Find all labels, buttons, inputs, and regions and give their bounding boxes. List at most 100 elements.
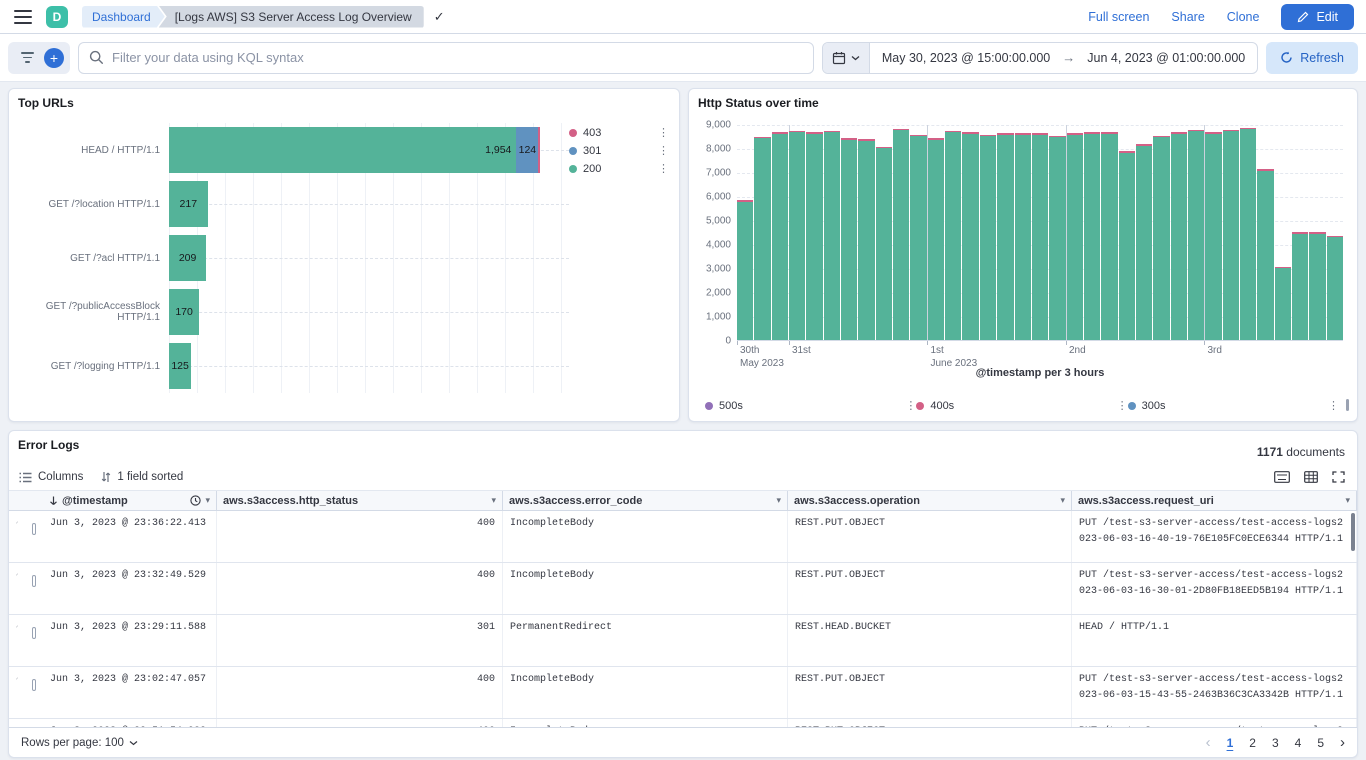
bar-column[interactable]: [1240, 128, 1256, 340]
bar-column[interactable]: [858, 139, 874, 340]
legend-item[interactable]: 400s⋮: [916, 398, 1127, 413]
date-to[interactable]: Jun 4, 2023 @ 01:00:00.000: [1075, 43, 1257, 73]
column-header-operation[interactable]: aws.s3access.operation▾: [788, 491, 1072, 510]
bar-column[interactable]: [1084, 132, 1100, 340]
bar-segment-403[interactable]: [538, 127, 540, 173]
bar-column[interactable]: [1153, 136, 1169, 340]
bar-segment-200[interactable]: 125: [169, 343, 191, 389]
bar-column[interactable]: [1292, 232, 1308, 340]
bar-column[interactable]: [893, 129, 909, 341]
bar-column[interactable]: [824, 131, 840, 340]
legend-scrollbar[interactable]: [1346, 399, 1349, 411]
expand-icon[interactable]: [16, 621, 18, 632]
bar-column[interactable]: [876, 147, 892, 341]
legend-options-icon[interactable]: ⋮: [1117, 399, 1128, 412]
filter-icon[interactable]: [14, 45, 40, 71]
bar-column[interactable]: [1223, 130, 1239, 340]
bar-column[interactable]: [1171, 132, 1187, 340]
bar-segment-200[interactable]: 170: [169, 289, 199, 335]
space-avatar[interactable]: D: [46, 6, 68, 28]
bar-column[interactable]: [1101, 132, 1117, 340]
bar-column[interactable]: [997, 133, 1013, 340]
bar-column[interactable]: [1188, 130, 1204, 340]
share-link[interactable]: Share: [1171, 10, 1204, 24]
menu-icon[interactable]: [14, 10, 32, 24]
bar-column[interactable]: [928, 138, 944, 340]
bar-column[interactable]: [1015, 133, 1031, 340]
grid-scrollbar[interactable]: [1351, 513, 1355, 551]
page-number-4[interactable]: 4: [1295, 736, 1302, 750]
row-checkbox[interactable]: [32, 523, 36, 535]
pagination-next-icon[interactable]: ›: [1340, 734, 1345, 751]
bar-column[interactable]: [1136, 144, 1152, 340]
legend-item[interactable]: 301⋮: [569, 143, 669, 158]
bar-column[interactable]: [806, 132, 822, 340]
bar-column[interactable]: [1257, 169, 1273, 340]
full-screen-link[interactable]: Full screen: [1088, 10, 1149, 24]
legend-item[interactable]: 403⋮: [569, 125, 669, 140]
column-header-http_status[interactable]: aws.s3access.http_status▾: [217, 491, 503, 510]
breadcrumb-dashboard[interactable]: Dashboard: [82, 6, 165, 28]
bar-column[interactable]: [1032, 133, 1048, 340]
bar-column[interactable]: [1205, 132, 1221, 340]
legend-options-icon[interactable]: ⋮: [1328, 399, 1339, 412]
bar-segment-200[interactable]: 1,954: [169, 127, 516, 173]
columns-button[interactable]: Columns: [19, 471, 83, 483]
legend-item[interactable]: 300s⋮: [1128, 398, 1339, 413]
legend-item[interactable]: 200⋮: [569, 161, 669, 176]
breadcrumb-current[interactable]: [Logs AWS] S3 Server Access Log Overview: [159, 6, 424, 28]
stacked-bar[interactable]: 209: [169, 235, 206, 281]
density-grid-icon[interactable]: [1304, 471, 1318, 483]
bar-column[interactable]: [789, 131, 805, 340]
legend-options-icon[interactable]: ⋮: [658, 144, 669, 157]
page-number-2[interactable]: 2: [1249, 736, 1256, 750]
bar-column[interactable]: [772, 132, 788, 340]
bar-column[interactable]: [1119, 151, 1135, 340]
date-from[interactable]: May 30, 2023 @ 15:00:00.000: [870, 43, 1062, 73]
fullscreen-icon[interactable]: [1332, 471, 1345, 483]
bar-column[interactable]: [945, 131, 961, 340]
edit-button[interactable]: Edit: [1281, 4, 1354, 30]
legend-item[interactable]: 500s⋮: [705, 398, 916, 413]
pagination-prev-icon[interactable]: ‹: [1206, 734, 1211, 751]
bar-column[interactable]: [737, 200, 753, 340]
row-checkbox[interactable]: [32, 575, 36, 587]
bar-column[interactable]: [962, 132, 978, 340]
legend-options-icon[interactable]: ⋮: [658, 162, 669, 175]
check-icon[interactable]: ✓: [434, 9, 445, 25]
refresh-button[interactable]: Refresh: [1266, 42, 1358, 74]
page-number-3[interactable]: 3: [1272, 736, 1279, 750]
keyboard-icon[interactable]: [1274, 471, 1290, 483]
bar-segment-301[interactable]: 124: [516, 127, 538, 173]
bar-segment-200[interactable]: 217: [169, 181, 208, 227]
stacked-bar[interactable]: 217: [169, 181, 208, 227]
kql-search-input[interactable]: [112, 50, 803, 65]
bar-column[interactable]: [910, 135, 926, 341]
expand-row-cell[interactable]: [9, 511, 25, 562]
expand-icon[interactable]: [16, 517, 18, 528]
rows-per-page-button[interactable]: Rows per page: 100: [21, 737, 138, 749]
expand-row-cell[interactable]: [9, 667, 25, 718]
bar-column[interactable]: [754, 137, 770, 340]
bar-column[interactable]: [1049, 136, 1065, 340]
page-number-1[interactable]: 1: [1227, 736, 1234, 750]
column-header-error_code[interactable]: aws.s3access.error_code▾: [503, 491, 788, 510]
expand-row-cell[interactable]: [9, 615, 25, 666]
clone-link[interactable]: Clone: [1227, 10, 1260, 24]
calendar-button[interactable]: [823, 43, 870, 73]
stacked-bar[interactable]: 125: [169, 343, 191, 389]
bar-column[interactable]: [1067, 133, 1083, 340]
bar-segment-200[interactable]: 209: [169, 235, 206, 281]
bar-column[interactable]: [1327, 236, 1343, 340]
add-filter-button[interactable]: +: [44, 48, 64, 68]
bar-column[interactable]: [841, 138, 857, 340]
row-checkbox[interactable]: [32, 627, 36, 639]
page-number-5[interactable]: 5: [1317, 736, 1324, 750]
legend-options-icon[interactable]: ⋮: [905, 399, 916, 412]
expand-icon[interactable]: [16, 673, 18, 684]
bar-column[interactable]: [1309, 232, 1325, 340]
expand-row-cell[interactable]: [9, 563, 25, 614]
row-checkbox[interactable]: [32, 679, 36, 691]
column-header-timestamp[interactable]: @timestamp▾: [43, 491, 217, 510]
sort-fields-button[interactable]: 1 field sorted: [101, 471, 183, 483]
